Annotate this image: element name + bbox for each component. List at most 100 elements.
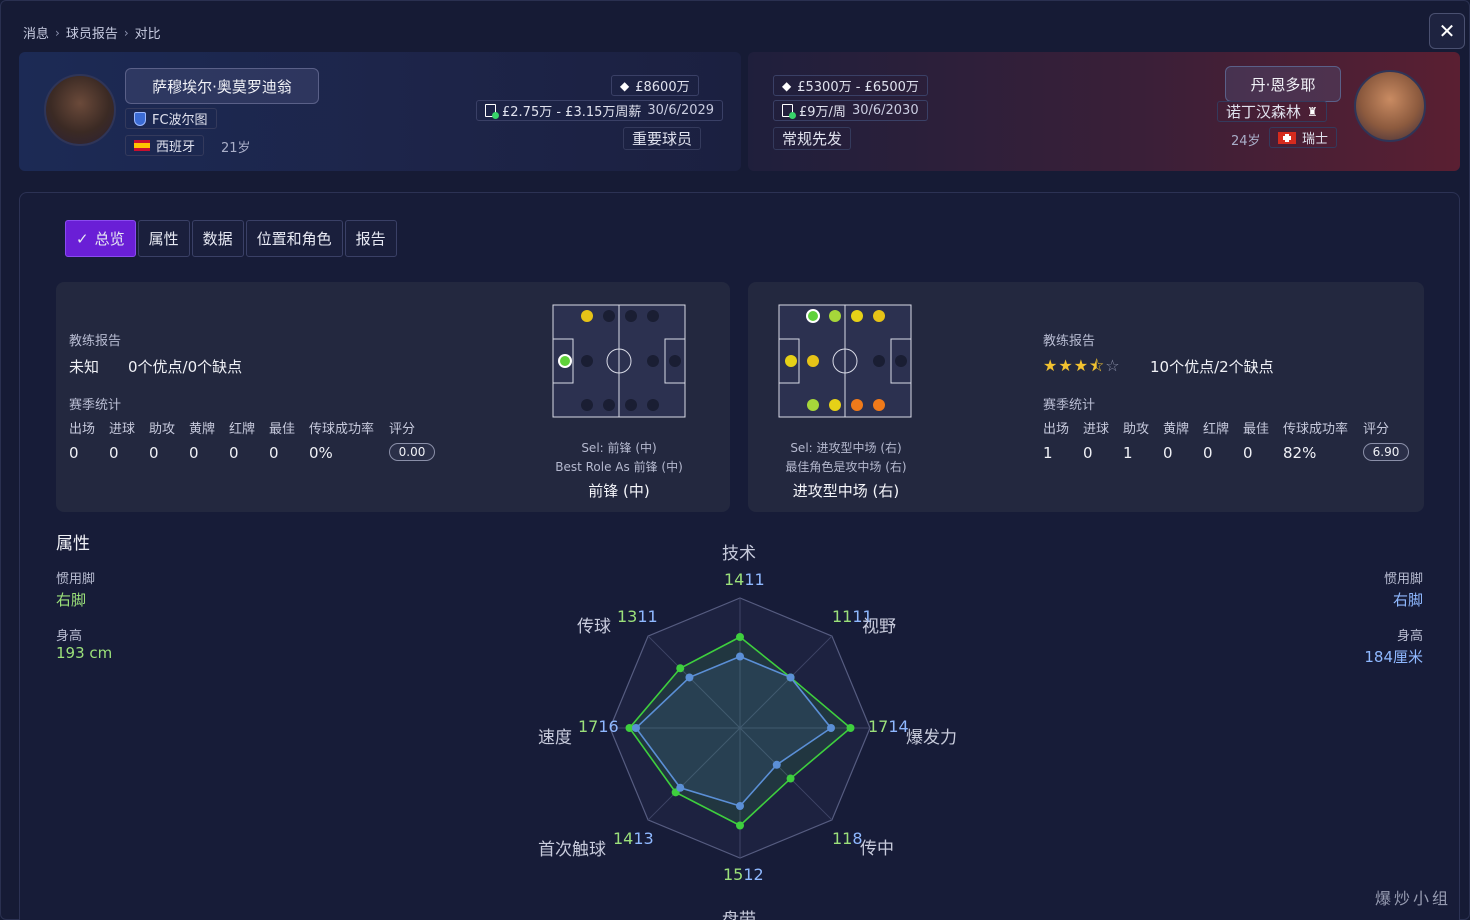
tab-overview[interactable]: ✓ 总览	[65, 220, 136, 257]
radar-value-crossing: 118	[832, 829, 863, 848]
position-dot	[603, 399, 615, 411]
left-player-name[interactable]: 萨穆埃尔·奥莫罗迪翁	[125, 68, 319, 104]
left-height-label: 身高	[56, 629, 83, 644]
wage-text: £9万/周	[799, 105, 846, 120]
left-player-value: ◆ £8600万	[611, 75, 699, 96]
position-dot	[581, 355, 593, 367]
best-role: Best Role As 前锋 (中)	[555, 460, 683, 474]
position-dot	[895, 355, 907, 367]
stat-value: 0	[1163, 444, 1173, 462]
selected-role: Sel: 前锋 (中)	[581, 441, 657, 455]
breadcrumb-item-report[interactable]: 球员报告	[66, 23, 118, 42]
left-player-radar-series-point	[846, 724, 855, 732]
right-player-club[interactable]: 诺丁汉森林 ♜	[1217, 101, 1327, 122]
right-player-value: ◆ £5300万 - £6500万	[773, 75, 928, 96]
radar-label-acceleration: 爆发力	[906, 728, 957, 748]
left-foot-value: 右脚	[56, 591, 87, 609]
stat-value: 82%	[1283, 444, 1317, 462]
position-dot	[851, 310, 863, 322]
stat-header: 最佳	[269, 422, 296, 437]
position-dot	[873, 310, 885, 322]
left-player-status: 重要球员	[623, 127, 702, 150]
left-player-nation[interactable]: 西班牙	[125, 135, 205, 156]
left-player-radar-series-point	[786, 774, 795, 783]
switzerland-flag-icon	[1278, 131, 1296, 144]
stat-value: 1	[1123, 444, 1133, 462]
right-height-label: 身高	[1396, 629, 1423, 644]
right-player-nation[interactable]: 瑞士	[1269, 127, 1338, 148]
right-player-overview-card: Sel: 进攻型中场 (右) 最佳角色是攻中场 (右) 进攻型中场 (右) 教练…	[748, 282, 1424, 512]
position-dot	[829, 399, 841, 411]
stat-value: 0	[149, 444, 159, 462]
position-name: 前锋 (中)	[588, 482, 650, 500]
stat-value: 1	[1043, 444, 1053, 462]
tab-label: 属性	[148, 230, 179, 248]
stat-value: 0	[1083, 444, 1093, 462]
chevron-right-icon: ›	[123, 25, 129, 40]
star-empty-icon: ☆	[1105, 356, 1121, 375]
price-tag-icon: ◆	[620, 78, 630, 93]
left-player-club[interactable]: FC波尔图	[125, 108, 217, 129]
stat-header: 传球成功率	[309, 422, 375, 437]
radar-label-passing: 传球	[577, 617, 611, 637]
position-pitch	[552, 304, 686, 418]
right-player-status: 常规先发	[773, 127, 852, 150]
stat-value: 0	[269, 444, 279, 462]
left-height-value: 193 cm	[56, 644, 113, 662]
right-player-contract: £9万/周 30/6/2030	[773, 100, 928, 121]
breadcrumb: 消息 › 球员报告 › 对比	[23, 23, 161, 43]
position-name: 进攻型中场 (右)	[792, 482, 900, 500]
comparison-panel: ✓ 总览 属性 数据 位置和角色 报告 教练报告 未知 0个优点/0个缺点 赛季…	[19, 192, 1460, 920]
right-player-header: ◆ £5300万 - £6500万 £9万/周 30/6/2030 常规先发 丹…	[748, 52, 1460, 171]
stat-header: 红牌	[229, 422, 256, 437]
position-pitch	[778, 304, 912, 418]
left-player-age: 21岁	[221, 141, 251, 156]
attributes-title: 属性	[56, 534, 90, 554]
contract-date: 30/6/2030	[851, 103, 919, 118]
position-dot	[785, 355, 797, 367]
stat-header: 进球	[1083, 422, 1110, 437]
stat-value: 0	[1203, 444, 1213, 462]
nation-name: 西班牙	[156, 140, 196, 155]
position-dot	[647, 355, 659, 367]
close-button[interactable]: ✕	[1429, 13, 1465, 49]
tab-positions-roles[interactable]: 位置和角色	[245, 220, 343, 257]
left-player-radar-series-point	[736, 633, 744, 641]
position-dot	[807, 399, 819, 411]
tab-label: 总览	[94, 230, 125, 248]
tab-report[interactable]: 报告	[344, 220, 397, 257]
position-dot	[873, 355, 885, 367]
tab-attributes[interactable]: 属性	[137, 220, 190, 257]
stat-value: 0	[69, 444, 79, 462]
tab-label: 报告	[355, 230, 386, 248]
breadcrumb-item-inbox[interactable]: 消息	[23, 23, 49, 42]
tab-stats[interactable]: 数据	[191, 220, 244, 257]
position-dot	[558, 354, 572, 368]
stat-value: 0	[189, 444, 199, 462]
stat-header: 红牌	[1203, 422, 1230, 437]
right-foot-value: 右脚	[1392, 591, 1423, 609]
radar-value-pace: 1716	[578, 717, 619, 736]
stat-value: 0	[1243, 444, 1253, 462]
position-dot	[603, 310, 615, 322]
club-crest-icon	[134, 111, 146, 126]
right-player-avatar[interactable]	[1354, 70, 1426, 142]
stat-value: 0	[229, 444, 239, 462]
value-text: £5300万 - £6500万	[797, 80, 919, 95]
right-player-radar-series-point	[772, 760, 781, 769]
selected-role: Sel: 进攻型中场 (右)	[790, 441, 902, 455]
coach-report-label: 教练报告	[1043, 334, 1096, 349]
radar-value-dribbling: 1512	[723, 865, 764, 884]
left-player-overview-card: 教练报告 未知 0个优点/0个缺点 赛季统计 出场 进球 助攻 黄牌 红牌 最佳 传球成功率…	[56, 282, 730, 512]
wage-text: £2.75万 - £3.15万周薪	[502, 105, 642, 120]
right-player-radar-series-point	[786, 673, 795, 682]
radar-value-first-touch: 1413	[613, 829, 654, 848]
tab-label: 位置和角色	[256, 230, 332, 248]
right-player-radar-series-point	[736, 652, 744, 661]
pros-cons: 10个优点/2个缺点	[1150, 358, 1274, 376]
right-player-radar-series-point	[632, 724, 640, 732]
right-player-name[interactable]: 丹·恩多耶	[1225, 66, 1341, 102]
position-dot	[807, 355, 819, 367]
left-player-avatar[interactable]	[44, 74, 116, 146]
nation-name: 瑞士	[1302, 132, 1329, 147]
